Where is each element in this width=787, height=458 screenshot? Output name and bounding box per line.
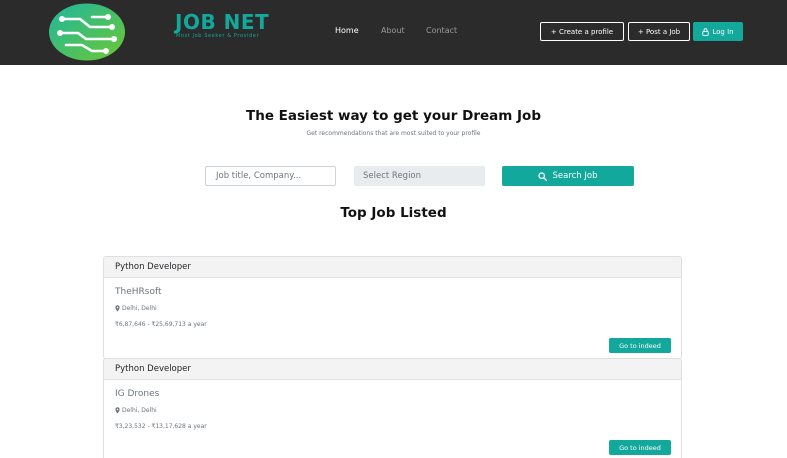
region-select[interactable]: Select Region xyxy=(354,166,485,186)
brand-title[interactable]: JOB NET xyxy=(175,10,269,34)
map-pin-icon xyxy=(115,305,120,312)
post-job-button[interactable]: + Post a Job xyxy=(628,22,690,41)
hero-subtitle: Get recommendations that are most suited… xyxy=(306,130,481,137)
job-location-label: Delhi, Delhi xyxy=(122,407,157,414)
map-pin-icon xyxy=(115,407,120,414)
search-job-button[interactable]: Search Job xyxy=(502,166,634,186)
login-button[interactable]: Log In xyxy=(693,22,743,41)
top-jobs-title: Top Job Listed xyxy=(340,205,447,221)
brand-tagline: Most Job Seeker & Provider xyxy=(176,33,260,39)
search-icon xyxy=(538,171,548,181)
job-location-label: Delhi, Delhi xyxy=(122,305,157,312)
nav-link-about[interactable]: About xyxy=(381,26,405,35)
job-card: Python Developer IG Drones Delhi, Delhi … xyxy=(103,358,682,458)
search-job-label: Search Job xyxy=(552,171,598,181)
circuit-logo-icon[interactable] xyxy=(48,3,126,61)
navbar: JOB NET Most Job Seeker & Provider Home … xyxy=(0,0,787,65)
company-name: IG Drones xyxy=(115,389,160,399)
go-to-indeed-button[interactable]: Go to indeed xyxy=(609,440,671,455)
lock-icon xyxy=(702,27,710,36)
job-location: Delhi, Delhi xyxy=(115,407,157,414)
company-name: TheHRsoft xyxy=(115,287,162,297)
nav-link-home[interactable]: Home xyxy=(335,26,359,35)
job-salary: ₹3,23,532 - ₹13,17,628 a year xyxy=(115,423,207,430)
job-title: Python Developer xyxy=(104,359,681,380)
job-salary: ₹6,87,646 - ₹25,69,713 a year xyxy=(115,321,207,328)
create-profile-button[interactable]: + Create a profile xyxy=(540,22,624,41)
job-title: Python Developer xyxy=(104,257,681,278)
job-location: Delhi, Delhi xyxy=(115,305,157,312)
go-to-indeed-button[interactable]: Go to indeed xyxy=(609,338,671,353)
login-label: Log In xyxy=(712,27,734,36)
job-search-input[interactable]: Job title, Company... xyxy=(205,166,336,186)
hero-title: The Easiest way to get your Dream Job xyxy=(246,108,541,124)
job-card: Python Developer TheHRsoft Delhi, Delhi … xyxy=(103,256,682,359)
nav-link-contact[interactable]: Contact xyxy=(426,26,457,35)
